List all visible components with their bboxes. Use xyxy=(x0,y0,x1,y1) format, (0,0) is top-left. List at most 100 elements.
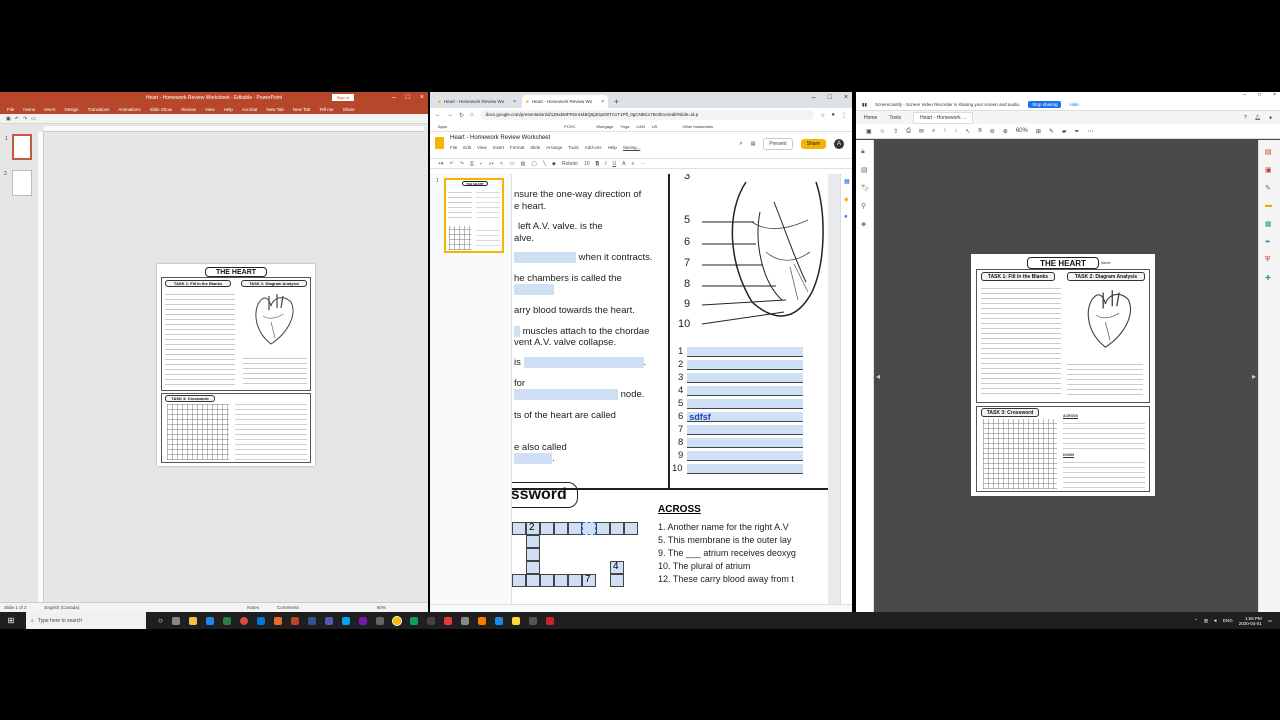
firefox-icon[interactable] xyxy=(273,616,282,625)
ppt-tab-acrobat[interactable]: Acrobat xyxy=(242,107,258,112)
answer-field[interactable] xyxy=(687,385,804,396)
italic-icon[interactable]: I xyxy=(605,161,606,167)
slides-logo-icon[interactable] xyxy=(435,137,444,149)
volume-icon[interactable]: 🔊︎ xyxy=(1214,618,1217,623)
text-color-icon[interactable]: A xyxy=(622,161,625,167)
network-icon[interactable]: ▥ xyxy=(1204,618,1208,624)
bookmark-yoga[interactable]: Yoga xyxy=(620,124,629,129)
fill-sign-icon[interactable]: ✒ xyxy=(1265,238,1271,246)
bold-icon[interactable]: B xyxy=(595,160,600,167)
ppt-tab-design[interactable]: Design xyxy=(65,107,79,112)
ppt-sign-in-button[interactable]: Sign in xyxy=(331,94,354,101)
word-icon[interactable] xyxy=(307,616,316,625)
app-icon[interactable] xyxy=(409,616,418,625)
action-center-icon[interactable]: ▭ xyxy=(1268,618,1272,624)
upload-icon[interactable]: ⇧ xyxy=(893,128,898,135)
answer-blank[interactable] xyxy=(514,284,554,295)
undo-icon[interactable]: ↶ xyxy=(15,116,19,122)
print-icon[interactable]: ⎙ xyxy=(906,128,911,135)
account-icon[interactable]: ● xyxy=(1269,115,1272,121)
ppt-tell-me[interactable]: Tell me xyxy=(319,107,333,112)
comment-icon[interactable]: ✎ xyxy=(1049,128,1054,135)
create-pdf-icon[interactable]: ▣ xyxy=(1265,166,1272,174)
crossword-cell[interactable] xyxy=(526,574,540,587)
crossword-cell[interactable]: 7 xyxy=(582,574,596,587)
collapse-left-icon[interactable]: ◂ xyxy=(876,372,880,381)
outlook-icon[interactable] xyxy=(256,616,265,625)
account-avatar[interactable]: A xyxy=(834,139,844,149)
answer-field[interactable] xyxy=(687,398,804,409)
export-pdf-icon[interactable]: ▤ xyxy=(1265,148,1272,156)
notification-icon[interactable]: 🔔︎ xyxy=(1255,115,1261,121)
menu-tools[interactable]: Tools xyxy=(568,145,579,150)
bookmark-other[interactable]: Other bookmarks xyxy=(682,124,713,129)
acrobat-maximize-icon[interactable]: □ xyxy=(1258,92,1261,98)
ppt-minimize-icon[interactable]: – xyxy=(392,92,396,104)
crossword-cell[interactable] xyxy=(554,574,568,587)
excel-icon[interactable] xyxy=(222,616,231,625)
ppt-tab-animations[interactable]: Animations xyxy=(118,107,140,112)
tray-overflow-icon[interactable]: ⌃ xyxy=(1194,618,1198,624)
acrobat-icon[interactable] xyxy=(545,616,554,625)
chrome-icon[interactable] xyxy=(239,616,248,625)
crossword-cell[interactable] xyxy=(596,522,610,535)
ppt-maximize-icon[interactable]: □ xyxy=(406,92,410,104)
answer-field[interactable] xyxy=(687,372,804,383)
zoom-out-icon[interactable]: ⊖ xyxy=(990,128,995,135)
edge-icon[interactable] xyxy=(205,616,214,625)
crossword-cell[interactable] xyxy=(624,522,638,535)
line-icon[interactable]: ╲ xyxy=(543,161,546,167)
answer-field[interactable] xyxy=(687,359,804,370)
ppt-slide-thumb-2[interactable]: 2 xyxy=(4,170,32,196)
organize-pages-icon[interactable]: ▦ xyxy=(1265,220,1272,228)
onenote-icon[interactable] xyxy=(358,616,367,625)
page-up-icon[interactable]: ↑ xyxy=(943,128,946,134)
crossword-cell[interactable] xyxy=(568,522,582,535)
ppt-tab-slide-show[interactable]: Slide Show xyxy=(150,107,173,112)
bookmark-pchc[interactable]: PCHC xyxy=(564,124,575,129)
app-icon[interactable] xyxy=(528,616,537,625)
page-down-icon[interactable]: ↓ xyxy=(954,128,957,134)
filmstrip-thumb-1[interactable]: THE HEART xyxy=(444,178,504,253)
reload-icon[interactable]: ↻ xyxy=(459,112,464,119)
language-indicator[interactable]: ENG xyxy=(1223,618,1233,623)
acrobat-tab-tools[interactable]: Tools xyxy=(889,115,901,121)
slides-doc-title[interactable]: Heart - Homework Review Worksheet xyxy=(450,135,640,141)
layers-icon[interactable]: ◈ xyxy=(861,220,866,228)
zoom-icon[interactable]: ⌕▾ xyxy=(489,161,494,167)
align-icon[interactable]: ≡ xyxy=(632,161,635,167)
menu-file[interactable]: File xyxy=(450,145,457,150)
cortana-icon[interactable]: ○ xyxy=(158,616,163,625)
comments-icon[interactable]: ▤ xyxy=(751,141,756,147)
vlc-icon[interactable] xyxy=(477,616,486,625)
answer-blank[interactable] xyxy=(514,326,520,337)
hand-tool-icon[interactable]: ✋︎ xyxy=(978,128,981,135)
chrome-active-icon[interactable] xyxy=(391,615,402,626)
edit-pdf-icon[interactable]: ✎ xyxy=(1265,184,1271,192)
sticky-notes-icon[interactable] xyxy=(511,616,520,625)
crossword-cell[interactable] xyxy=(526,535,540,548)
crossword-cell[interactable] xyxy=(512,574,526,587)
print-icon[interactable]: ⎙ xyxy=(470,161,474,167)
omnibox[interactable]: docs.google.com/presentation/d/1Z6xkMFRG… xyxy=(479,110,814,120)
bookmark-star-icon[interactable]: ☆ xyxy=(820,112,825,119)
share-button[interactable]: Share xyxy=(800,139,826,149)
powerpoint-icon[interactable] xyxy=(290,616,299,625)
start-from-beginning-icon[interactable]: ▭ xyxy=(31,116,36,122)
answer-blank[interactable] xyxy=(514,453,552,464)
start-icon[interactable]: ⊞ xyxy=(4,612,18,629)
more-tools-icon[interactable]: ✚ xyxy=(1265,274,1271,282)
menu-view[interactable]: View xyxy=(477,145,487,150)
crossword-cell[interactable] xyxy=(512,522,526,535)
home-icon[interactable]: ⌂ xyxy=(470,112,474,118)
comment-tool-icon[interactable]: ▬ xyxy=(1265,202,1272,209)
ppt-tab-new-tab-2[interactable]: New Tab xyxy=(293,107,310,112)
acrobat-minimize-icon[interactable]: – xyxy=(1243,92,1246,98)
clock[interactable]: 1:58 PM 2020-04-01 xyxy=(1239,616,1262,626)
tab-close-icon[interactable]: × xyxy=(601,99,604,105)
crossword-cell[interactable] xyxy=(526,561,540,574)
ppt-tab-view[interactable]: View xyxy=(205,107,215,112)
ppt-tab-review[interactable]: Review xyxy=(181,107,196,112)
tab-close-icon[interactable]: × xyxy=(513,99,516,105)
hide-button[interactable]: Hide xyxy=(1069,102,1078,107)
